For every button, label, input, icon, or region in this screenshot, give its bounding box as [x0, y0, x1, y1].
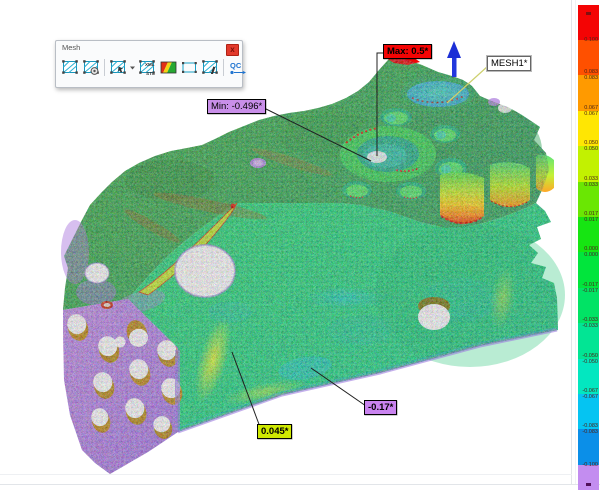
scale-tick-label: 0.0170.017	[584, 211, 598, 223]
mesh-convert-stl-icon[interactable]: XML STL	[137, 58, 157, 76]
toolbar-separator	[223, 59, 224, 76]
annotation-max[interactable]: Max: 0.5*	[383, 44, 432, 59]
viewport-border	[571, 0, 572, 484]
scale-tick-label: 0.0670.067	[584, 105, 598, 117]
toolbar-title: Mesh	[62, 43, 80, 52]
scale-tick-label: -0.100	[582, 462, 598, 468]
mesh-icon[interactable]	[60, 58, 80, 76]
toolbar-separator	[104, 59, 105, 76]
color-band	[578, 5, 599, 40]
qc-icon[interactable]: QC	[227, 58, 247, 76]
annotation-min[interactable]: Min: -0.496*	[207, 99, 266, 114]
viewport-border	[0, 474, 572, 475]
mesh-colormap-icon[interactable]	[158, 58, 178, 76]
color-scale[interactable]: 0.100 0.0830.083 0.0670.067 0.0500.050 0.033…	[578, 5, 599, 491]
svg-text:STL: STL	[146, 71, 155, 76]
toolbar-icon-row: XML STL QC	[60, 58, 247, 76]
viewport-border	[0, 484, 600, 485]
annotation-deviation-b[interactable]: -0.17*	[364, 400, 397, 415]
scale-tick-label: -0.033-0.033	[582, 317, 598, 329]
viewport-border	[575, 0, 576, 484]
dropdown-caret-icon[interactable]	[129, 58, 136, 76]
mesh-edit-icon[interactable]	[200, 58, 220, 76]
svg-text:QC: QC	[230, 61, 242, 70]
3d-viewport[interactable]: Max: 0.5* MESH1* Min: -0.496* 0.045* -0.…	[0, 0, 600, 498]
scale-tick-label: 0.0500.050	[584, 140, 598, 152]
scale-tick-label: -0.017-0.017	[582, 282, 598, 294]
mesh-toolbar[interactable]: Mesh x XML STL QC	[55, 40, 243, 88]
scale-tick-label: -0.050-0.050	[582, 352, 598, 364]
color-band	[578, 465, 599, 490]
annotation-deviation-a[interactable]: 0.045*	[257, 424, 292, 439]
mesh-settings-icon[interactable]	[81, 58, 101, 76]
axis-arrow-icon	[447, 41, 461, 77]
close-icon[interactable]: x	[226, 44, 239, 56]
scale-tick-label: -0.083-0.083	[582, 423, 598, 435]
scale-max-marker	[586, 12, 591, 15]
mesh-selection-icon[interactable]	[108, 58, 128, 76]
scale-tick-label: 0.100	[584, 37, 598, 43]
annotation-mesh-name[interactable]: MESH1*	[487, 56, 531, 71]
scale-tick-label: 0.0330.033	[584, 175, 598, 187]
scale-tick-label: -0.067-0.067	[582, 388, 598, 400]
scale-min-marker	[586, 483, 591, 486]
mesh-region-icon[interactable]	[179, 58, 199, 76]
scale-tick-label: 0.0830.083	[584, 69, 598, 81]
scale-tick-label: 0.0000.000	[584, 246, 598, 258]
svg-text:XML: XML	[145, 62, 155, 67]
